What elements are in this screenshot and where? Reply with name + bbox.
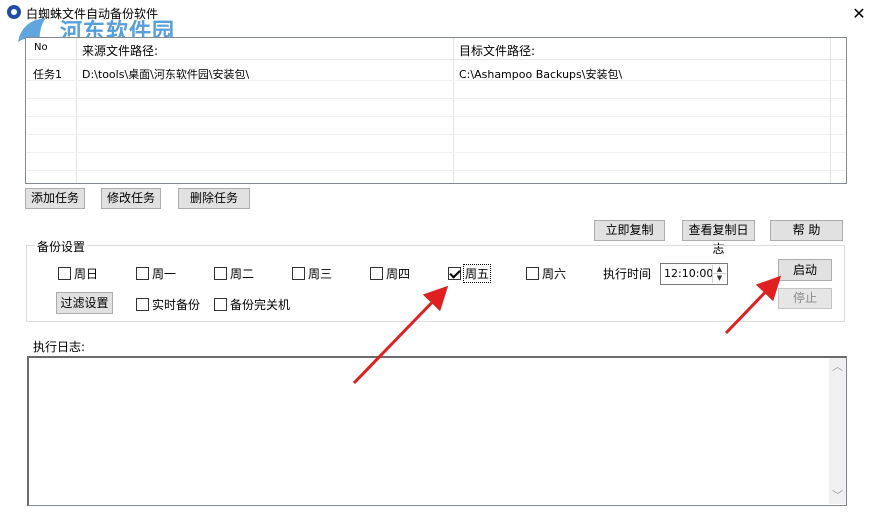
header-divider	[26, 59, 846, 60]
checkbox-box[interactable]	[136, 297, 149, 311]
log-label: 执行日志:	[33, 340, 86, 354]
checkbox-box[interactable]	[370, 266, 383, 280]
checkbox-tuesday[interactable]: 周二	[214, 265, 254, 281]
view-log-button[interactable]: 查看复制日志	[682, 220, 755, 256]
log-textarea[interactable]: ︿ ﹀	[27, 356, 847, 506]
checkbox-box[interactable]	[214, 266, 227, 280]
task-row-name[interactable]: 任务1	[33, 66, 62, 82]
checkbox-monday[interactable]: 周一	[136, 265, 176, 281]
app-icon	[7, 5, 21, 19]
column-header-target[interactable]: 目标文件路径:	[459, 42, 535, 59]
start-button[interactable]: 启动	[778, 259, 832, 281]
checkbox-saturday-label: 周六	[542, 266, 567, 281]
column-header-no[interactable]: No	[34, 42, 48, 53]
checkbox-tuesday-label: 周二	[230, 266, 255, 281]
checkbox-shutdown-label: 备份完关机	[230, 297, 291, 312]
exec-time-label: 执行时间	[603, 267, 652, 281]
checkbox-box[interactable]	[58, 266, 71, 280]
log-scrollbar[interactable]: ︿ ﹀	[829, 358, 846, 504]
title-bar: 白蜘蛛文件自动备份软件 ✕	[0, 0, 874, 28]
checkbox-box[interactable]	[214, 297, 227, 311]
copy-now-button[interactable]: 立即复制	[594, 220, 665, 241]
exec-time-input[interactable]: 12:10:00 ▲ ▼	[660, 263, 728, 285]
checkbox-friday-label: 周五	[462, 263, 492, 283]
checkbox-thursday[interactable]: 周四	[370, 265, 410, 281]
checkbox-shutdown-after-backup[interactable]: 备份完关机	[214, 296, 290, 312]
scroll-up-icon[interactable]: ︿	[829, 358, 846, 375]
checkbox-friday[interactable]: 周五	[448, 263, 492, 283]
row-divider	[26, 170, 846, 171]
close-button[interactable]: ✕	[844, 0, 874, 28]
filter-settings-button[interactable]: 过滤设置	[56, 292, 113, 314]
spin-down-icon[interactable]: ▼	[712, 274, 726, 283]
checkbox-box[interactable]	[292, 266, 305, 280]
row-divider	[26, 134, 846, 135]
task-row-source[interactable]: D:\tools\桌面\河东软件园\安装包\	[82, 66, 249, 82]
checkbox-box-checked[interactable]	[448, 266, 461, 280]
checkbox-realtime-label: 实时备份	[152, 297, 201, 312]
backup-settings-title: 备份设置	[35, 238, 88, 255]
checkbox-thursday-label: 周四	[386, 266, 411, 281]
row-divider	[26, 98, 846, 99]
checkbox-monday-label: 周一	[152, 266, 177, 281]
checkbox-box[interactable]	[526, 266, 539, 280]
column-header-source[interactable]: 来源文件路径:	[82, 42, 158, 59]
window-title: 白蜘蛛文件自动备份软件	[26, 7, 159, 21]
delete-task-button[interactable]: 删除任务	[178, 188, 250, 209]
checkbox-sunday-label: 周日	[74, 266, 99, 281]
stop-button[interactable]: 停止	[778, 288, 832, 309]
checkbox-box[interactable]	[136, 266, 149, 280]
edit-task-button[interactable]: 修改任务	[101, 188, 161, 209]
scroll-down-icon[interactable]: ﹀	[829, 487, 846, 504]
row-divider	[26, 152, 846, 153]
spin-up-icon[interactable]: ▲	[712, 265, 726, 274]
exec-time-value[interactable]: 12:10:00	[664, 267, 713, 280]
checkbox-sunday[interactable]: 周日	[58, 265, 98, 281]
checkbox-saturday[interactable]: 周六	[526, 265, 566, 281]
checkbox-realtime-backup[interactable]: 实时备份	[136, 296, 200, 312]
row-divider	[26, 116, 846, 117]
add-task-button[interactable]: 添加任务	[25, 188, 85, 209]
checkbox-wednesday-label: 周三	[308, 266, 333, 281]
checkbox-wednesday[interactable]: 周三	[292, 265, 332, 281]
help-button[interactable]: 帮 助	[770, 220, 843, 241]
task-table[interactable]: No 来源文件路径: 目标文件路径: 任务1 D:\tools\桌面\河东软件园…	[25, 37, 847, 184]
task-row-target[interactable]: C:\Ashampoo Backups\安装包\	[459, 66, 622, 82]
